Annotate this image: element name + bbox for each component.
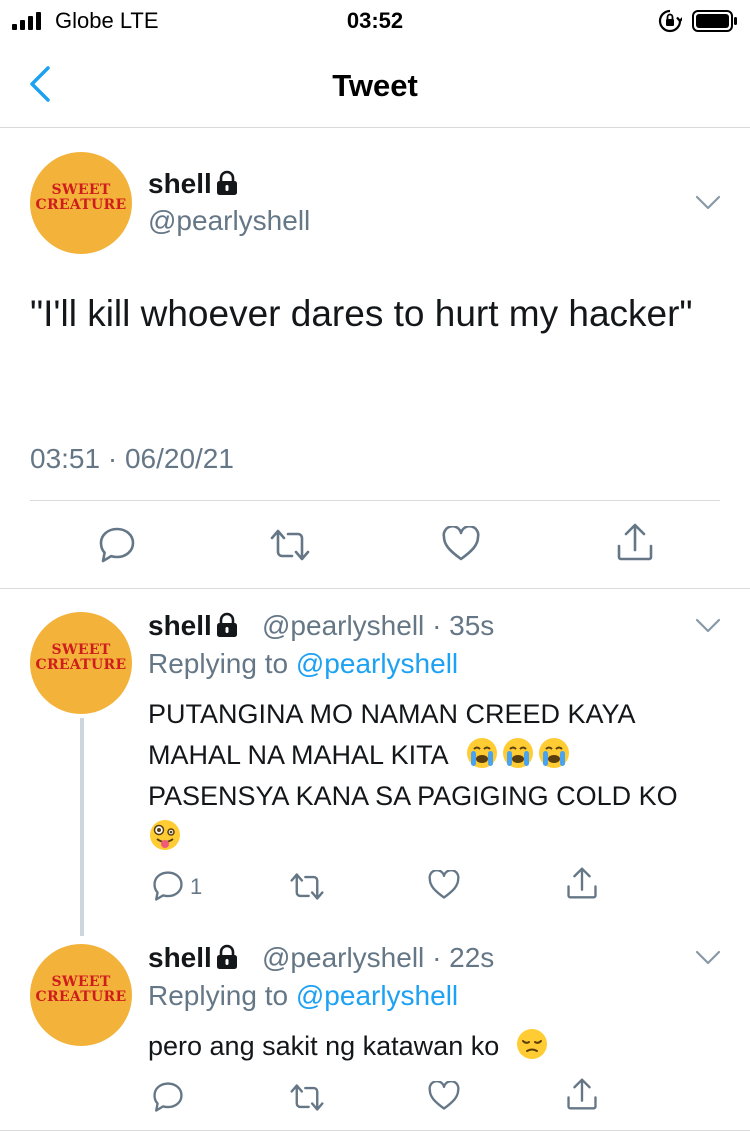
loudly-crying-face-emoji — [466, 738, 497, 768]
avatar[interactable]: SWEET CREATURE — [30, 152, 132, 254]
reply-text: PUTANGINA MO NAMAN CREED KAYA MAHAL NA M… — [148, 694, 738, 858]
speech-bubble-icon — [153, 871, 183, 901]
share-button[interactable] — [566, 1077, 598, 1111]
lock-icon — [216, 612, 237, 637]
chevron-down-icon[interactable] — [695, 195, 721, 211]
reply-handle-time[interactable]: @pearlyshell · 22s — [262, 942, 494, 974]
chevron-down-icon[interactable] — [695, 950, 721, 966]
user-handle[interactable]: @pearlyshell — [262, 610, 424, 641]
chevron-down-icon[interactable] — [695, 618, 721, 634]
tweet-timestamp: 03:51 · 06/20/21 — [30, 443, 234, 474]
speech-bubble-icon — [99, 527, 135, 563]
divider — [30, 500, 720, 501]
heart-icon — [442, 526, 480, 561]
loudly-crying-face-emoji — [502, 738, 533, 768]
user-handle[interactable]: @pearlyshell — [148, 205, 310, 237]
battery-icon — [692, 10, 737, 32]
user-handle[interactable]: @pearlyshell — [262, 942, 424, 973]
navigation-bar: Tweet — [0, 44, 750, 128]
retweet-icon — [290, 873, 324, 900]
heart-icon — [428, 870, 460, 899]
like-button[interactable] — [428, 1081, 460, 1111]
reply-text: pero ang sakit ng katawan ko — [148, 1026, 738, 1067]
like-button[interactable] — [442, 526, 480, 562]
reply-button[interactable] — [98, 526, 136, 564]
retweet-button[interactable] — [288, 872, 326, 901]
divider — [0, 1130, 750, 1131]
orientation-lock-icon — [658, 9, 682, 33]
heart-icon — [428, 1081, 460, 1110]
share-button[interactable] — [566, 866, 598, 900]
loudly-crying-face-emoji — [538, 738, 569, 768]
replying-to-link[interactable]: @pearlyshell — [296, 648, 458, 679]
replying-to: Replying to @pearlyshell — [148, 648, 459, 679]
like-button[interactable] — [428, 870, 460, 900]
display-name[interactable]: shell — [148, 610, 238, 642]
reply-button[interactable] — [152, 1081, 184, 1113]
share-icon — [617, 523, 653, 561]
relative-time: · 35s — [432, 610, 495, 641]
avatar-text: SWEET CREATURE — [35, 974, 127, 1005]
page-title: Tweet — [332, 68, 418, 103]
thread-connector — [80, 718, 84, 936]
avatar-text: SWEET CREATURE — [35, 642, 127, 673]
retweet-icon — [290, 1084, 324, 1111]
reply-handle-time[interactable]: @pearlyshell · 35s — [262, 610, 494, 642]
avatar-text: SWEET CREATURE — [35, 182, 127, 213]
relative-time: · 22s — [432, 942, 495, 973]
speech-bubble-icon — [153, 1082, 183, 1112]
retweet-icon — [270, 529, 310, 561]
display-name[interactable]: shell — [148, 168, 238, 200]
reply-button[interactable] — [152, 870, 184, 902]
replying-to-link[interactable]: @pearlyshell — [296, 980, 458, 1011]
avatar[interactable]: SWEET CREATURE — [30, 612, 132, 714]
avatar[interactable]: SWEET CREATURE — [30, 944, 132, 1046]
lock-icon — [216, 944, 237, 969]
divider — [0, 588, 750, 589]
share-icon — [567, 1078, 597, 1110]
share-icon — [567, 867, 597, 899]
status-bar: Globe LTE 03:52 — [0, 0, 750, 44]
pensive-face-emoji — [516, 1029, 547, 1059]
retweet-button[interactable] — [288, 1083, 326, 1112]
share-button[interactable] — [616, 522, 654, 562]
status-clock: 03:52 — [346, 8, 404, 33]
reply-count: 1 — [190, 874, 203, 899]
tweet-text: "I'll kill whoever dares to hurt my hack… — [30, 293, 693, 334]
retweet-button[interactable] — [268, 528, 312, 562]
zany-face-emoji — [150, 820, 180, 850]
display-name[interactable]: shell — [148, 942, 238, 974]
replying-to: Replying to @pearlyshell — [148, 980, 459, 1011]
lock-icon — [216, 170, 237, 195]
